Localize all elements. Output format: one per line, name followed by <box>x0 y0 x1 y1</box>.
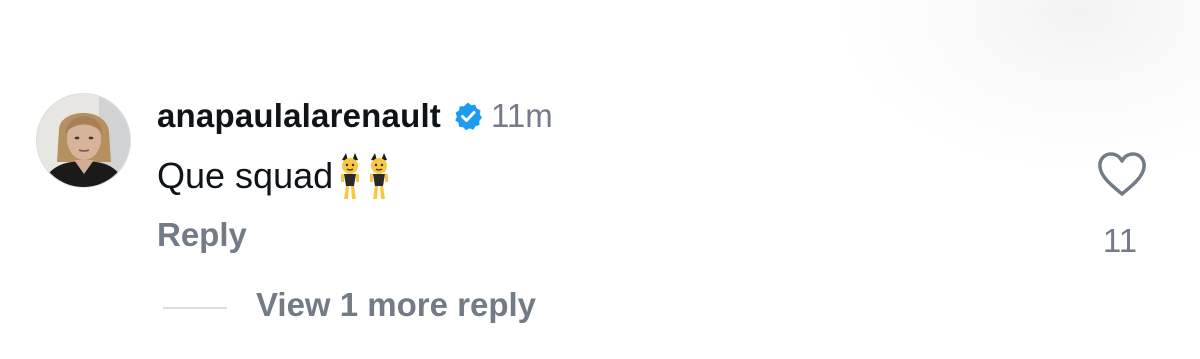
like-count: 11 <box>1102 222 1138 259</box>
like-button[interactable] <box>1094 150 1150 198</box>
comment-body: Que squad <box>157 152 394 200</box>
reply-button[interactable]: Reply <box>157 216 247 254</box>
avatar-photo <box>37 94 130 187</box>
heart-outline-icon[interactable] <box>1096 150 1148 198</box>
background-shadow <box>840 0 1200 170</box>
view-more-replies-button[interactable]: View 1 more reply <box>256 286 536 324</box>
avatar[interactable] <box>36 93 131 188</box>
username[interactable]: anapaulalarenault <box>157 97 441 135</box>
comment-text: Que squad <box>157 155 334 196</box>
reply-thread-line <box>163 307 227 309</box>
verified-badge-icon <box>453 101 483 131</box>
comment-header: anapaulalarenault 11m <box>157 94 553 138</box>
dancing-women-emoji <box>336 152 394 200</box>
comment-time: 11m <box>491 97 553 134</box>
comment-screen: anapaulalarenault 11m Que squad Reply 11… <box>0 0 1200 359</box>
